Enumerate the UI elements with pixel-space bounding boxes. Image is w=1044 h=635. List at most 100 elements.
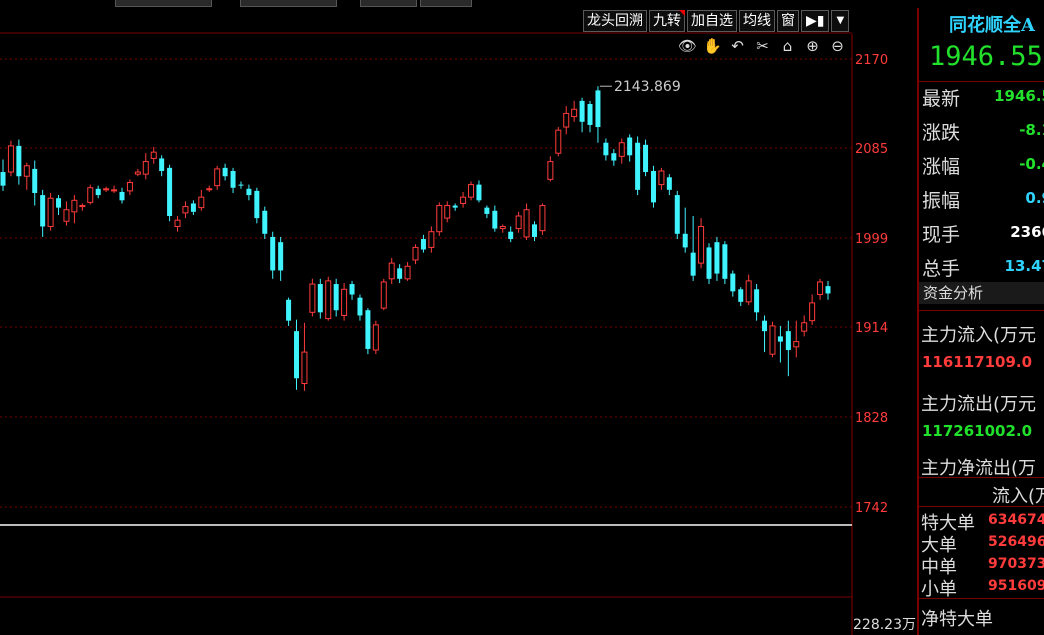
inflow-column-header: 流入(万 <box>992 486 1044 507</box>
candle-body <box>714 242 720 274</box>
candle-body <box>492 210 498 229</box>
candle-body <box>182 206 189 214</box>
candle-body <box>309 283 316 313</box>
y-tick-label: 1742 <box>855 501 888 516</box>
candle-body <box>47 197 54 227</box>
main-outflow-label: 主力流出(万元 <box>921 394 1037 415</box>
candle-body <box>666 177 672 190</box>
candle-body <box>484 207 490 214</box>
candle-body <box>103 188 110 191</box>
quote-label: 总手 <box>922 258 961 280</box>
undo-icon[interactable]: ↶ <box>728 37 747 55</box>
quote-value: 1946.5 <box>994 87 1044 105</box>
candle-body <box>476 184 482 201</box>
quote-row-current-hand: 现手 2366 <box>922 220 1044 250</box>
candle-body <box>436 205 443 233</box>
candle-body <box>79 205 86 208</box>
candle-body <box>722 244 728 279</box>
candle-body <box>71 199 78 213</box>
quote-row-change: 涨跌 -8.1 <box>922 118 1044 148</box>
divider <box>919 81 1044 82</box>
candle-body <box>404 265 411 280</box>
candle-body <box>119 191 125 201</box>
candle-body <box>0 172 6 186</box>
main-outflow-value: 117261002.0 <box>922 422 1033 440</box>
candle-body <box>587 104 593 125</box>
candle-body <box>412 246 419 261</box>
candle-body <box>817 281 824 296</box>
lock-icon[interactable]: ⌂ <box>778 37 797 55</box>
candle-body <box>579 100 585 122</box>
candle-body <box>563 112 570 128</box>
candle-body <box>278 242 284 271</box>
moving-average-button[interactable]: 均线 <box>739 10 775 32</box>
candle-body <box>468 184 475 198</box>
candle-body <box>452 205 458 208</box>
main-inflow-value: 116117109.0 <box>922 353 1033 371</box>
stock-name: 同花顺全A <box>949 15 1035 36</box>
y-tick-label: 1828 <box>855 411 888 426</box>
candle-body <box>95 188 101 196</box>
zoom-in-icon[interactable]: ⊕ <box>803 37 822 55</box>
candle-body <box>793 341 800 348</box>
candle-body <box>150 151 157 159</box>
quote-label: 最新 <box>922 88 961 110</box>
leader-backtrack-button[interactable]: 龙头回溯 <box>583 10 647 32</box>
candle-body <box>206 188 213 191</box>
candle-body <box>317 284 323 313</box>
nine-turn-button[interactable]: 九转 <box>649 10 685 32</box>
candle-body <box>56 198 62 208</box>
chart-icon-row: 👁 ✋ ↶ ✂ ⌂ ⊕ ⊖ <box>678 37 847 55</box>
candle-body <box>134 171 141 175</box>
candle-body <box>190 203 196 212</box>
candle-body <box>238 184 244 186</box>
eye-icon[interactable]: 👁 <box>678 37 697 55</box>
divider <box>919 598 1044 599</box>
candle-body <box>270 236 276 271</box>
quote-panel: 同花顺全A 1946.558 最新 1946.5 涨跌 -8.1 涨幅 -0.4… <box>917 8 1044 635</box>
quote-row-change-pct: 涨幅 -0.4 <box>922 152 1044 182</box>
scissors-icon[interactable]: ✂ <box>753 37 772 55</box>
quote-row-amplitude: 振幅 0.9 <box>922 186 1044 216</box>
candle-body <box>325 280 332 320</box>
candle-body <box>825 286 831 294</box>
candle-body <box>650 171 656 203</box>
high-annotation-label: 2143.869 <box>614 79 681 95</box>
quote-value: 2366 <box>1010 223 1044 241</box>
hand-icon[interactable]: ✋ <box>703 37 722 55</box>
candle-body <box>754 289 760 313</box>
candle-body <box>690 252 696 276</box>
window-button[interactable]: 窗 <box>777 10 799 32</box>
candle-body <box>674 195 680 234</box>
candle-body <box>523 209 530 238</box>
candle-body <box>214 168 221 187</box>
dropdown-arrow-icon[interactable]: ▼ <box>831 10 850 32</box>
y-tick-label: 2170 <box>855 53 888 68</box>
order-row-super-large: 特大单 634674 <box>921 509 1044 534</box>
fund-analysis-tab[interactable]: 资金分析 <box>919 282 1044 304</box>
candle-body <box>571 108 578 118</box>
order-row-large: 大单 526496 <box>921 531 1044 556</box>
add-watchlist-button[interactable]: 加自选 <box>687 10 737 32</box>
net-super-large-label: 净特大单 <box>921 609 993 630</box>
candle-body <box>547 161 554 180</box>
candle-body <box>555 129 562 154</box>
candle-body <box>142 161 149 175</box>
candle-body <box>301 351 308 384</box>
candle-body <box>40 195 46 227</box>
kline-chart[interactable]: 2170 2085 1999 1914 1828 1742 2143.869 <box>0 0 917 635</box>
candle-body <box>32 168 38 193</box>
candle-body <box>254 190 260 219</box>
candle-body <box>762 320 768 332</box>
candle-body <box>595 90 601 128</box>
candle-body <box>785 331 791 350</box>
order-value: 970373 <box>988 556 1044 572</box>
divider <box>919 310 1044 311</box>
zoom-out-icon[interactable]: ⊖ <box>828 37 847 55</box>
candle-body <box>159 158 165 171</box>
order-value: 526496 <box>988 534 1044 550</box>
candle-body <box>611 153 617 161</box>
candle-body <box>341 288 348 316</box>
pin-icon[interactable]: ▶▮ <box>801 10 830 32</box>
candle-body <box>682 233 688 248</box>
